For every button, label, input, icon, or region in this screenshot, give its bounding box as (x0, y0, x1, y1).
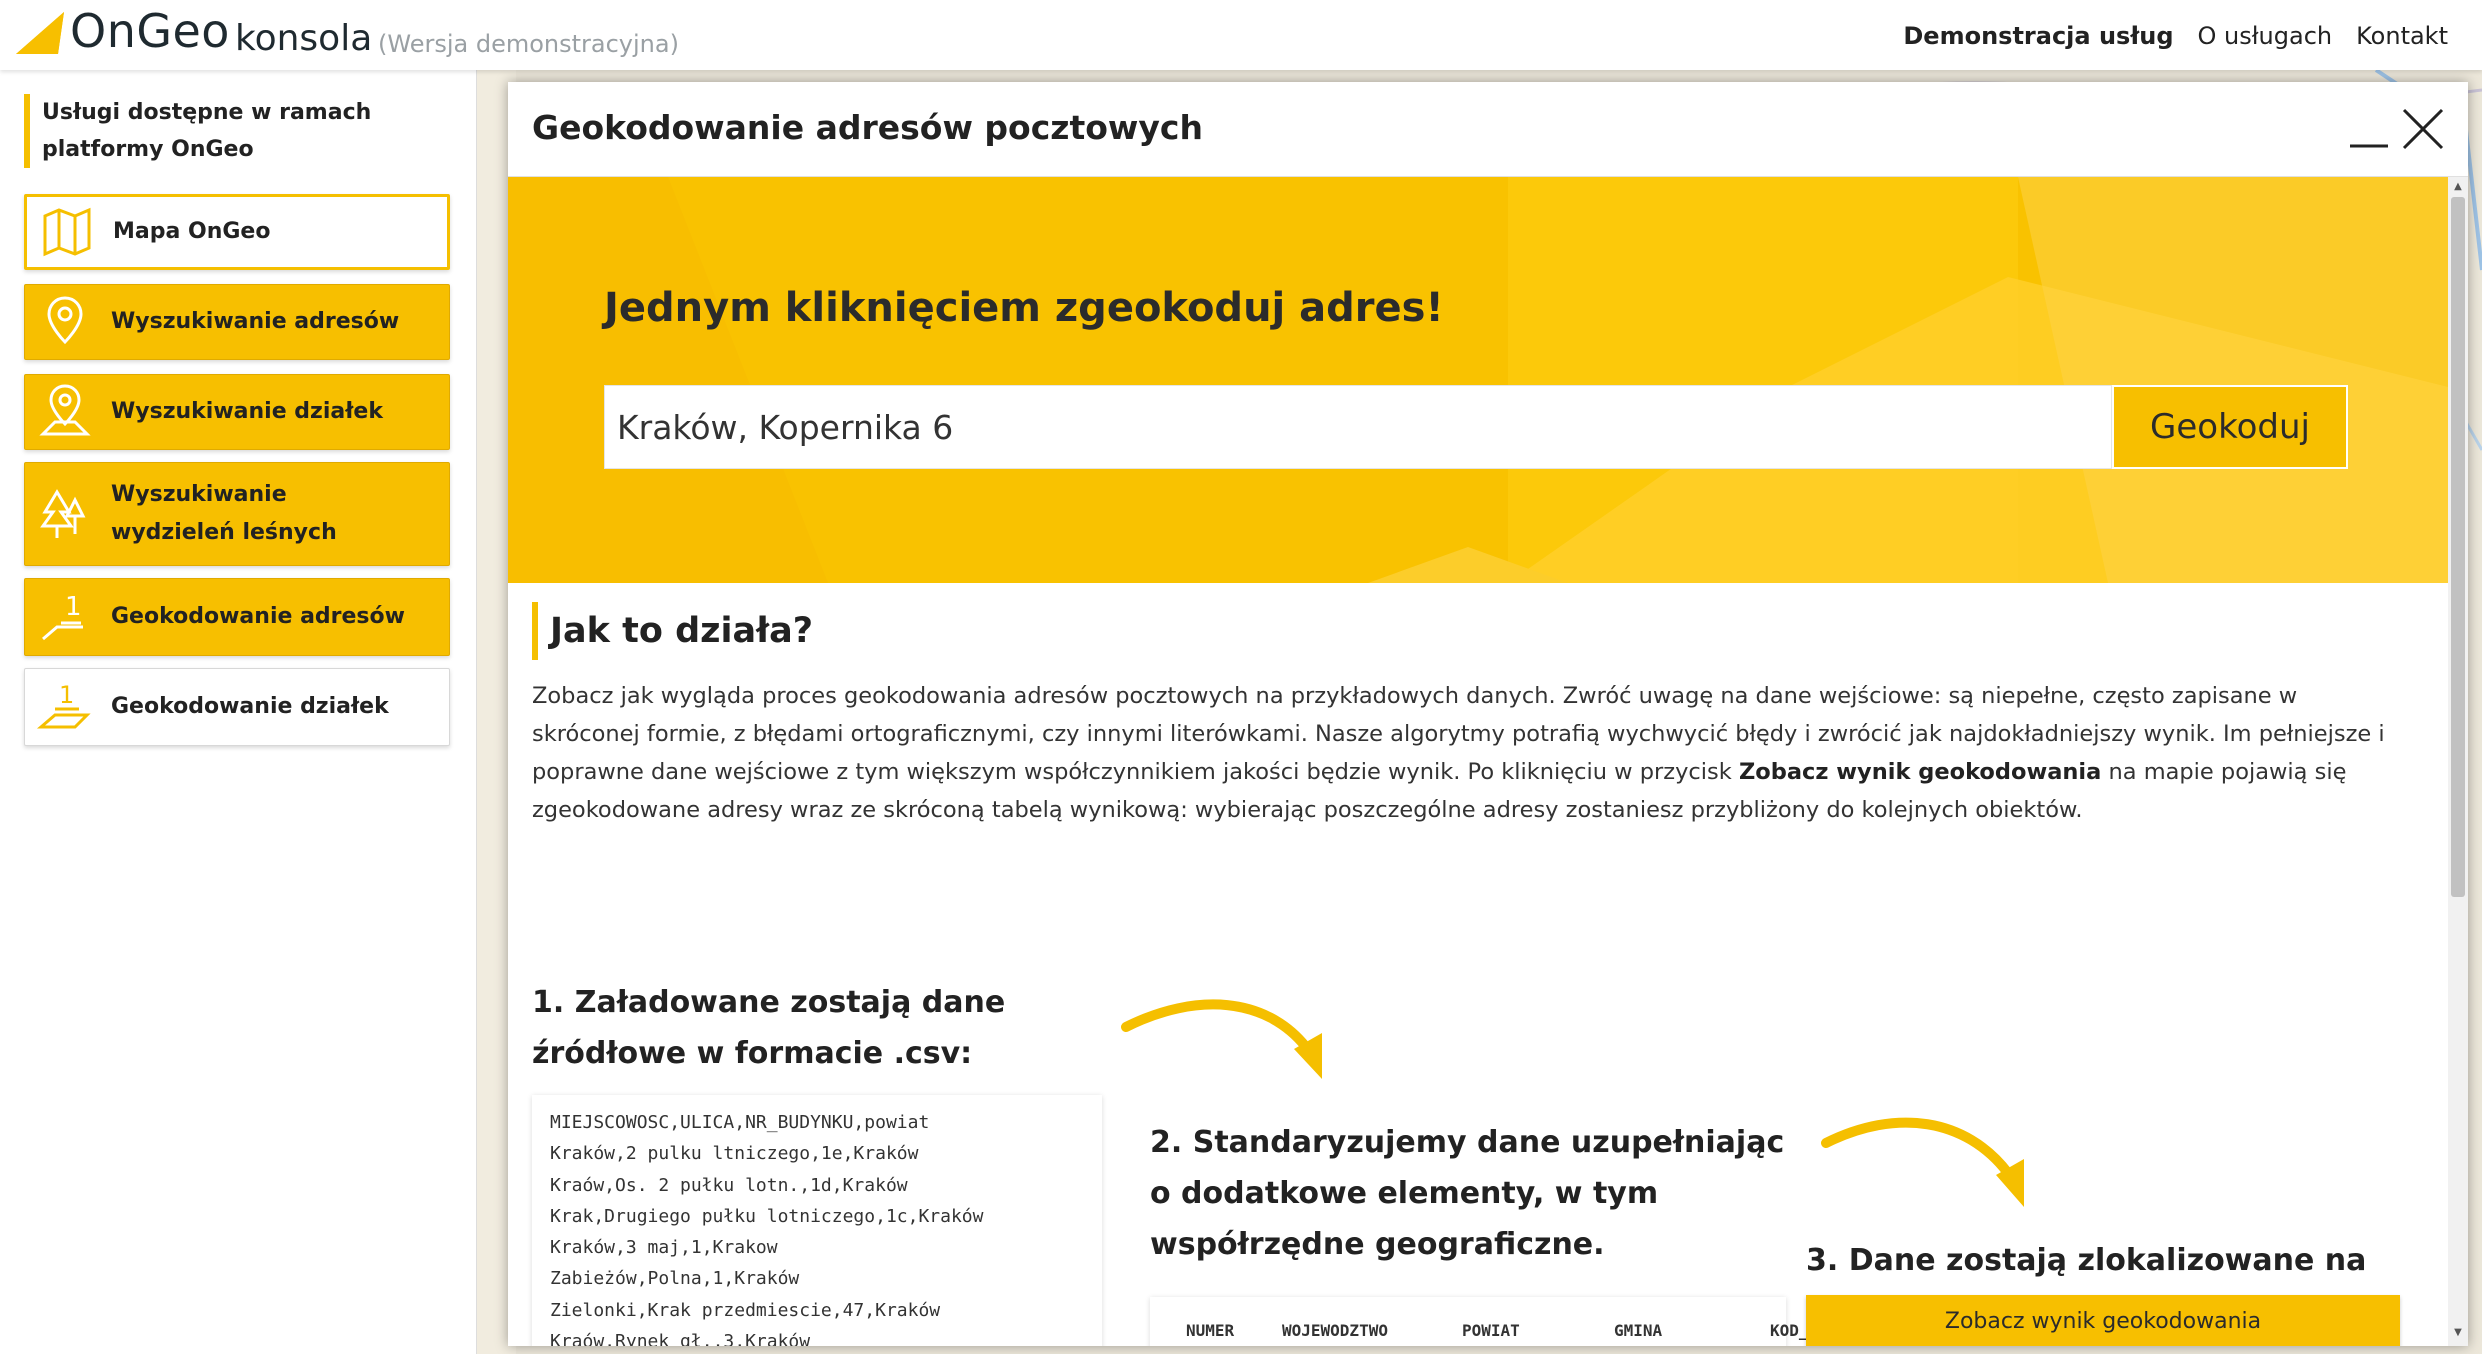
sidebar-item-label: Wyszukiwanie działek (111, 399, 383, 424)
table-column-header: GMINA (1614, 1321, 1663, 1340)
table-column-header: NUMER (1186, 1321, 1235, 1340)
geocode-address-icon: 1 (42, 592, 83, 641)
map-icon (43, 207, 91, 257)
sidebar-item-parcel-search[interactable]: Wyszukiwanie działek (24, 374, 450, 450)
top-header: OnGeo konsola (Wersja demonstracyjna) De… (0, 0, 2482, 70)
sidebar-item-label: Geokodowanie adresów (111, 604, 405, 629)
address-input[interactable] (604, 385, 2112, 469)
close-icon[interactable] (2400, 106, 2446, 154)
scroll-thumb[interactable] (2451, 197, 2465, 897)
sidebar-item-geocode-addresses[interactable]: 1 Geokodowanie adresów (24, 578, 450, 656)
table-column-header: WOJEWODZTWO (1282, 1321, 1388, 1340)
see-geocoding-result-button[interactable]: Zobacz wynik geokodowania (1806, 1295, 2400, 1346)
sidebar-item-geocode-parcels[interactable]: 1 Geokodowanie działek (24, 668, 450, 746)
dialog-header: Geokodowanie adresów pocztowych (508, 82, 2468, 177)
csv-line: Kraów,Os. 2 pułku lotn.,1d,Kraków (550, 1174, 908, 1196)
sidebar-item-forest-search[interactable]: Wyszukiwanie wydzieleń leśnych (24, 462, 450, 566)
parcel-pin-icon (39, 384, 91, 436)
csv-line: Krak,Drugiego pułku lotniczego,1c,Kraków (550, 1205, 984, 1227)
svg-text:1: 1 (59, 681, 74, 709)
hero-banner: Jednym kliknięciem zgeokoduj adres! Geok… (508, 177, 2448, 583)
top-navigation: Demonstracja usług O usługach Kontakt (1903, 22, 2448, 50)
geocode-button[interactable]: Geokoduj (2112, 385, 2348, 469)
sidebar-item-label: Mapa OnGeo (113, 219, 271, 244)
nav-link-contact[interactable]: Kontakt (2356, 22, 2448, 50)
sidebar-item-label: Wyszukiwanie wydzieleń leśnych (111, 482, 337, 545)
table-column-header: POWIAT (1462, 1321, 1520, 1340)
hero-heading: Jednym kliknięciem zgeokoduj adres! (604, 285, 1444, 331)
how-it-works-title: Jak to działa? (532, 602, 813, 660)
nav-link-about[interactable]: O usługach (2198, 22, 2333, 50)
curved-arrow-icon (1821, 1117, 2024, 1207)
csv-line: MIEJSCOWOSC,ULICA,NR_BUDYNKU,powiat (550, 1112, 930, 1133)
scroll-up-icon[interactable]: ▲ (2452, 181, 2464, 193)
table-header: NUMERWOJEWODZTWOPOWIATGMINAKOD_POCZTOWY (1150, 1297, 1886, 1346)
nav-link-demo[interactable]: Demonstracja usług (1903, 22, 2173, 50)
step2-title: 2. Standaryzujemy dane uzupełniając o do… (1150, 1125, 1785, 1262)
csv-line: Kraków,2 pulku ltniczego,1e,Kraków (550, 1143, 919, 1165)
dialog-body: Jednym kliknięciem zgeokoduj adres! Geok… (508, 177, 2448, 1346)
sidebar-item-label: Wyszukiwanie adresów (111, 309, 400, 334)
location-pin-icon (47, 296, 83, 345)
how-it-works-text: Zobacz jak wygląda proces geokodowania a… (532, 677, 2392, 829)
hero-background-shapes (508, 177, 2448, 583)
how-text-bold: Zobacz wynik geokodowania (1738, 759, 2102, 785)
csv-line: Kraków,3 maj,1,Krakow (550, 1237, 778, 1259)
sidebar-item-map[interactable]: Mapa OnGeo (24, 194, 450, 270)
logo-demo-label: (Wersja demonstracyjna) (378, 30, 679, 58)
csv-source-box: MIEJSCOWOSC,ULICA,NR_BUDYNKU,powiat Krakó… (532, 1095, 1102, 1346)
ongeo-logo-icon[interactable] (14, 10, 66, 58)
sidebar-item-label: Geokodowanie działek (111, 694, 389, 719)
dialog-title: Geokodowanie adresów pocztowych (532, 108, 1203, 147)
csv-line: Zielonki,Krak przedmiescie,47,Kraków (550, 1299, 941, 1321)
forest-icon (40, 489, 86, 538)
csv-line: Kraów,Rynek gł.,3,Kraków (550, 1331, 811, 1346)
sidebar-item-address-search[interactable]: Wyszukiwanie adresów (24, 284, 450, 360)
standardized-table: NUMERWOJEWODZTWOPOWIATGMINAKOD_POCZTOWY … (1150, 1297, 1886, 1346)
geocoding-dialog: Geokodowanie adresów pocztowych Jednym k… (508, 82, 2468, 1346)
sidebar-heading: Usługi dostępne w ramach platformy OnGeo (24, 94, 462, 168)
geocode-parcel-icon: 1 (36, 681, 91, 729)
csv-line: Zabieżów,Polna,1,Kraków (550, 1268, 800, 1290)
step1-title: 1. Załadowane zostają dane źródłowe w fo… (532, 985, 1006, 1071)
logo-subtitle: konsola (235, 18, 373, 59)
minimize-icon[interactable] (2348, 106, 2390, 154)
svg-text:1: 1 (65, 592, 82, 622)
logo-text[interactable]: OnGeo (70, 4, 230, 58)
services-sidebar: Usługi dostępne w ramach platformy OnGeo… (0, 70, 477, 1354)
dialog-scrollbar[interactable]: ▲ ▼ (2448, 177, 2468, 1346)
scroll-down-icon[interactable]: ▼ (2452, 1327, 2464, 1339)
curved-arrow-icon (1121, 999, 1322, 1079)
